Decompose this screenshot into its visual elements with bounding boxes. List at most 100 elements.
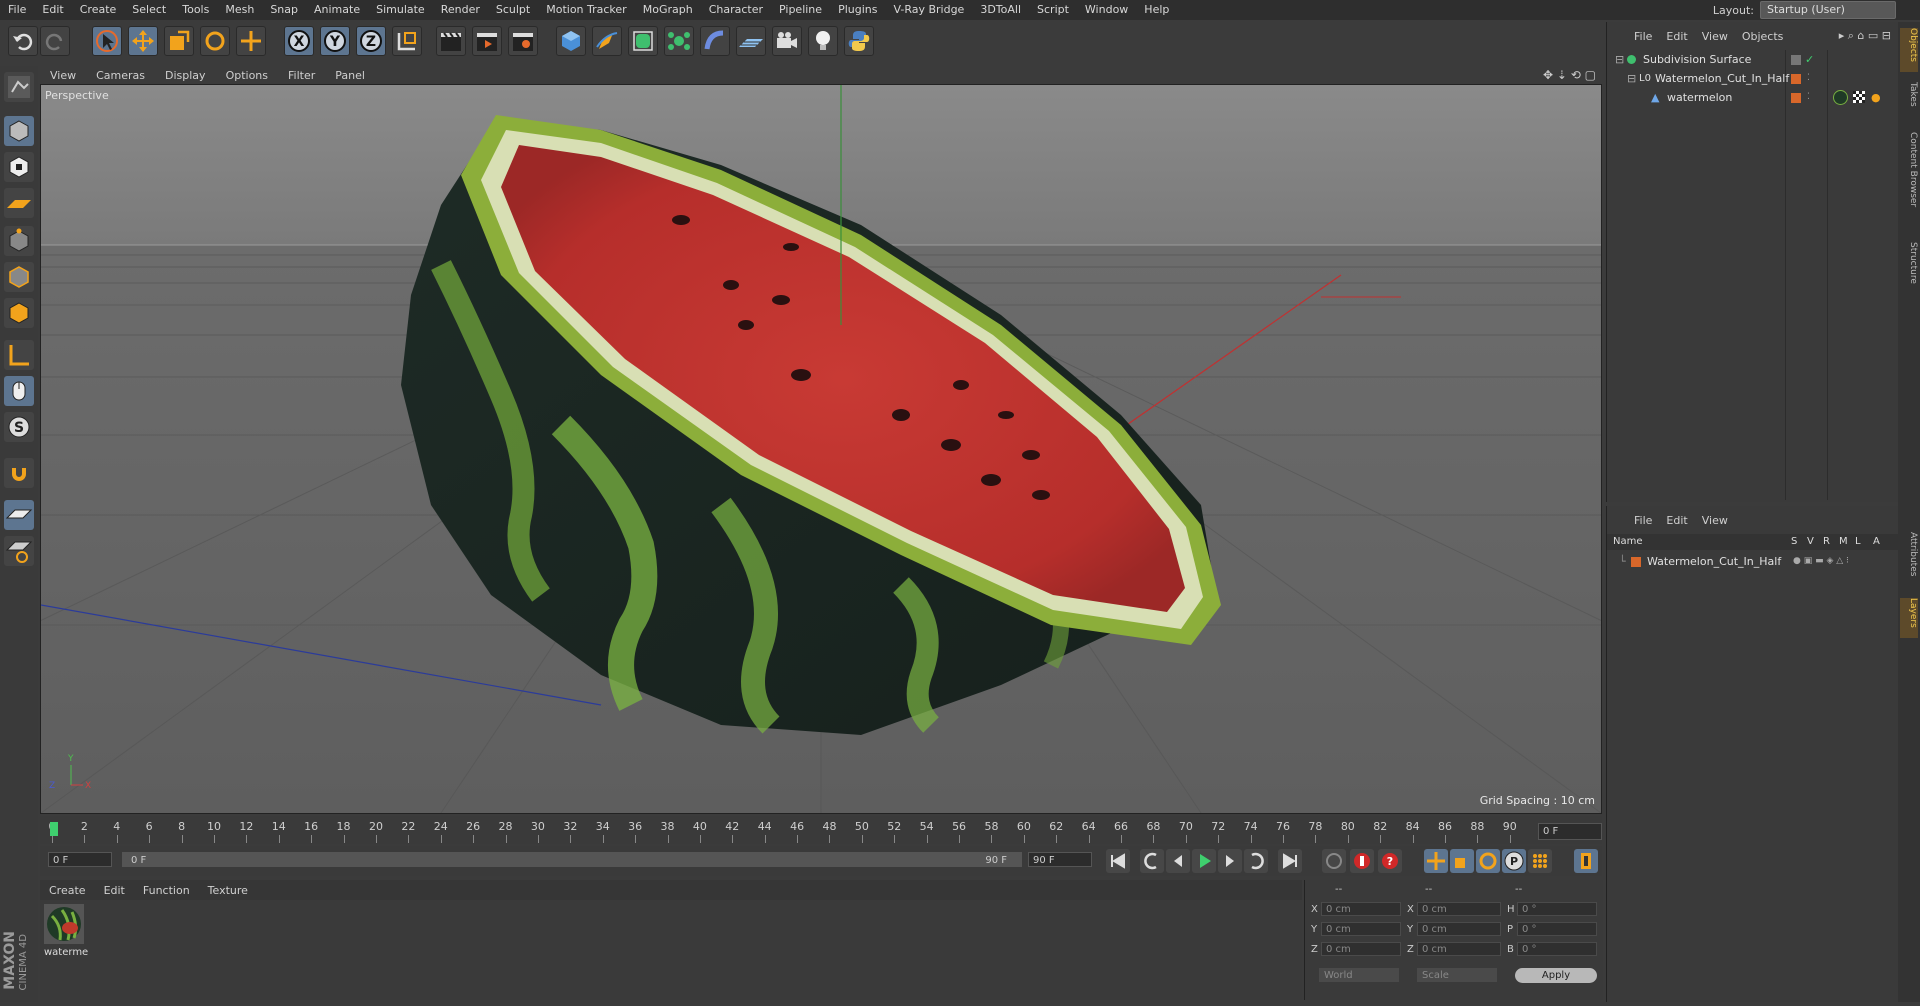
size-z-field[interactable]: 0 cm (1417, 942, 1501, 956)
viewport-menu-display[interactable]: Display (155, 69, 216, 82)
layer-col-l[interactable]: L (1855, 534, 1861, 550)
visibility-dots-icon[interactable]: ⁚ (1807, 69, 1810, 88)
layers-menu-edit[interactable]: Edit (1659, 514, 1694, 527)
live-selection-button[interactable] (92, 26, 122, 56)
go-to-end-button[interactable] (1278, 849, 1302, 873)
timeline[interactable]: 0246810121416182022242628303234363840424… (40, 816, 1602, 844)
menu-vray-bridge[interactable]: V-Ray Bridge (885, 0, 972, 20)
objects-menu-file[interactable]: File (1627, 30, 1659, 43)
timeline-ruler[interactable]: 0246810121416182022242628303234363840424… (48, 816, 1528, 844)
material-menu-edit[interactable]: Edit (95, 884, 134, 897)
y-axis-button[interactable]: Y (320, 26, 350, 56)
rotate-button[interactable] (200, 26, 230, 56)
layer-color-icon[interactable] (1791, 93, 1801, 103)
key-rotation-button[interactable] (1476, 849, 1500, 873)
coordinate-system-button[interactable] (392, 26, 422, 56)
mograph-cloner-button[interactable] (664, 26, 694, 56)
scale-button[interactable] (164, 26, 194, 56)
locked-workplane-button[interactable] (4, 500, 34, 530)
move-button[interactable] (128, 26, 158, 56)
material-swatch[interactable]: waterme (44, 904, 88, 958)
viewport-menu-filter[interactable]: Filter (278, 69, 325, 82)
transform-button[interactable] (236, 26, 266, 56)
layout-dropdown[interactable]: Startup (User) (1760, 1, 1896, 19)
record-button[interactable] (1350, 849, 1374, 873)
layer-col-a[interactable]: A (1873, 534, 1880, 550)
key-parameter-button[interactable]: P (1502, 849, 1526, 873)
menu-mograph[interactable]: MoGraph (635, 0, 701, 20)
viewport-camera-label[interactable]: Perspective (45, 89, 109, 102)
material-menu-texture[interactable]: Texture (199, 884, 257, 897)
3d-viewport[interactable]: Y X Z Perspective Grid Spacing : 10 cm (40, 84, 1602, 814)
layer-color-icon[interactable] (1791, 55, 1801, 65)
pos-z-field[interactable]: 0 cm (1321, 942, 1401, 956)
start-frame-field[interactable]: 0 F (48, 852, 112, 867)
layer-col-v[interactable]: V (1807, 534, 1814, 550)
undo-button[interactable] (8, 26, 38, 56)
menu-script[interactable]: Script (1029, 0, 1077, 20)
play-button[interactable] (1192, 849, 1216, 873)
objects-toolbar-icons[interactable]: ▸ ⌕ ⌂ ▭ ⊟ (1839, 29, 1891, 43)
layers-menu-view[interactable]: View (1695, 514, 1735, 527)
objects-menu-edit[interactable]: Edit (1659, 30, 1694, 43)
timeline-options-button[interactable] (1574, 849, 1598, 873)
menu-window[interactable]: Window (1077, 0, 1136, 20)
pos-x-field[interactable]: 0 cm (1321, 902, 1401, 916)
viewport-menu-cameras[interactable]: Cameras (86, 69, 155, 82)
end-frame-field[interactable]: 90 F (1028, 852, 1092, 867)
scale-dropdown[interactable]: Scale (1417, 968, 1497, 982)
menu-create[interactable]: Create (72, 0, 125, 20)
viewport-nav-icons[interactable]: ✥ ⇣ ⟲ ▢ (1543, 68, 1596, 82)
key-scale-button[interactable] (1450, 849, 1474, 873)
key-position-button[interactable] (1424, 849, 1448, 873)
layer-col-m[interactable]: M (1839, 534, 1848, 550)
uvw-tag-icon[interactable] (1853, 91, 1865, 103)
menu-help[interactable]: Help (1136, 0, 1177, 20)
menu-animate[interactable]: Animate (306, 0, 368, 20)
pos-y-field[interactable]: 0 cm (1321, 922, 1401, 936)
viewport-menu-view[interactable]: View (40, 69, 86, 82)
material-tag-icon[interactable] (1833, 90, 1848, 105)
layer-col-s[interactable]: S (1791, 534, 1797, 550)
z-axis-button[interactable]: Z (356, 26, 386, 56)
current-frame-field[interactable]: 0 F (1538, 823, 1602, 840)
menu-motion-tracker[interactable]: Motion Tracker (538, 0, 634, 20)
objects-menu-objects[interactable]: Objects (1735, 30, 1791, 43)
menu-character[interactable]: Character (701, 0, 771, 20)
menu-select[interactable]: Select (124, 0, 174, 20)
side-tab-objects[interactable]: Objects (1900, 28, 1918, 72)
model-mode-button[interactable] (4, 116, 34, 146)
render-view-button[interactable] (436, 26, 466, 56)
menu-snap[interactable]: Snap (262, 0, 306, 20)
rot-p-field[interactable]: 0 ° (1517, 922, 1597, 936)
viewport-menu-options[interactable]: Options (216, 69, 278, 82)
visibility-dots-icon[interactable]: ⁚ (1807, 88, 1810, 107)
enabled-check-icon[interactable]: ✓ (1805, 50, 1814, 69)
points-mode-button[interactable] (4, 226, 34, 256)
size-x-field[interactable]: 0 cm (1417, 902, 1501, 916)
layer-row[interactable]: └ Watermelon_Cut_In_Half ● ▣ ▬ ◈ △ ⁝ (1607, 552, 1899, 571)
size-y-field[interactable]: 0 cm (1417, 922, 1501, 936)
key-pla-button[interactable] (1528, 849, 1552, 873)
autokey-button[interactable]: ? (1378, 849, 1402, 873)
phong-tag-icon[interactable]: ● (1871, 88, 1881, 107)
apply-button[interactable]: Apply (1515, 968, 1597, 983)
render-settings-button[interactable] (508, 26, 538, 56)
object-row-watermelon[interactable]: ▲ watermelon ⁚ ● (1607, 88, 1899, 107)
collapse-toggle[interactable]: ⊟ (1627, 69, 1636, 88)
object-row-watermelon-cut[interactable]: ⊟ L0 Watermelon_Cut_In_Half ⁚ (1607, 69, 1899, 88)
layer-col-r[interactable]: R (1823, 534, 1830, 550)
objects-menu-view[interactable]: View (1695, 30, 1735, 43)
menu-edit[interactable]: Edit (34, 0, 71, 20)
texture-mode-button[interactable] (4, 152, 34, 182)
python-button[interactable] (844, 26, 874, 56)
menu-render[interactable]: Render (433, 0, 488, 20)
prev-frame-button[interactable] (1166, 849, 1190, 873)
make-editable-button[interactable] (4, 72, 34, 102)
cube-object-button[interactable] (556, 26, 586, 56)
tweak-mode-button[interactable] (4, 376, 34, 406)
redo-button[interactable] (40, 26, 70, 56)
menu-plugins[interactable]: Plugins (830, 0, 885, 20)
playhead[interactable] (50, 822, 58, 836)
floor-button[interactable] (736, 26, 766, 56)
